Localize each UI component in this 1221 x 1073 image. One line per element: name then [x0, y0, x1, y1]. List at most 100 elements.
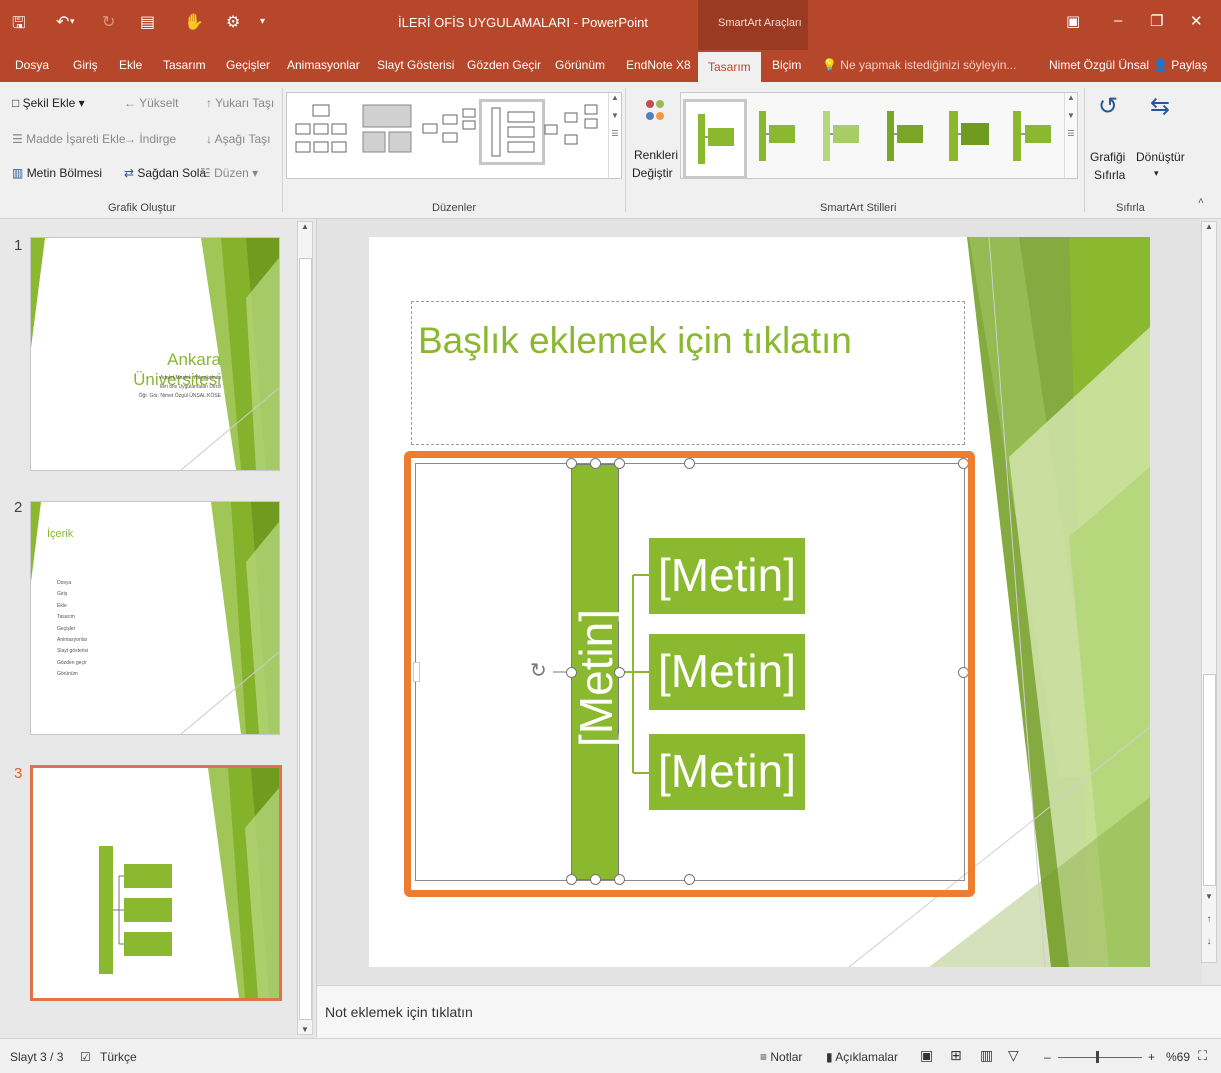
save-icon[interactable]: 🖫	[12, 12, 26, 39]
slide-thumbnail-3-selected[interactable]	[30, 765, 282, 1001]
notes-pane[interactable]: Not eklemek için tıklatın	[317, 985, 1221, 1038]
layout-horizontal-hierarchy[interactable]	[419, 99, 479, 159]
tab-gozden-gecir[interactable]: Gözden Geçir	[467, 58, 541, 72]
ribbon-display-icon[interactable]: ▣	[1066, 12, 1080, 30]
layout-vertical-bracket-selected[interactable]	[479, 99, 545, 165]
zoom-out-icon[interactable]: –	[1044, 1050, 1051, 1064]
reset-graphic-button[interactable]: ↺ Grafiği Sıfırla	[1088, 92, 1132, 192]
zoom-in-icon[interactable]: +	[1148, 1050, 1155, 1064]
spellcheck-icon[interactable]: ☑	[80, 1050, 91, 1064]
add-shape-button[interactable]: □ Şekil Ekle ▾	[12, 96, 85, 110]
rotate-handle-icon[interactable]: ↻	[530, 658, 547, 683]
touch-mode-icon[interactable]: ✋	[184, 12, 204, 32]
scroll-thumb[interactable]	[1203, 674, 1216, 886]
zoom-slider[interactable]	[1058, 1057, 1142, 1058]
bullet-icon: ☰	[12, 132, 23, 146]
thumbnail-scrollbar[interactable]: ▲ ▼	[297, 221, 313, 1035]
styles-gallery: ▲ ▼ ☰	[680, 92, 1078, 179]
notes-toggle-button[interactable]: ≡ Notlar	[760, 1050, 802, 1064]
style-inset[interactable]	[1003, 99, 1061, 173]
style-polished[interactable]	[939, 99, 997, 173]
change-colors-button[interactable]: Renkleri Değiştir	[632, 94, 678, 194]
resize-handle[interactable]	[590, 874, 601, 885]
tab-tasarim[interactable]: Tasarım	[163, 58, 206, 72]
current-slide[interactable]: Başlık eklemek için tıklatın [Metin] [Me…	[369, 237, 1150, 967]
tab-slayt-gosterisi[interactable]: Slayt Gösterisi	[377, 58, 454, 72]
text-pane-button[interactable]: ▥ Metin Bölmesi	[12, 166, 102, 180]
restore-icon[interactable]: ❐	[1150, 12, 1163, 30]
tab-giris[interactable]: Giriş	[73, 58, 98, 72]
tab-animasyonlar[interactable]: Animasyonlar	[287, 58, 360, 72]
layout-hierarchy[interactable]	[357, 99, 417, 159]
user-name[interactable]: Nimet Özgül Ünsal	[1049, 58, 1149, 72]
resize-handle[interactable]	[614, 458, 625, 469]
layouts-gallery-scroll[interactable]: ▲ ▼ ☰	[608, 93, 621, 178]
tab-smartart-tasarim[interactable]: Tasarım	[698, 52, 761, 82]
slide-sorter-icon[interactable]: ⊞	[950, 1047, 962, 1064]
undo-icon[interactable]: ↶	[56, 12, 69, 32]
smartart-frame[interactable]: [Metin] [Metin] [Metin] [Metin] ↻	[413, 458, 969, 885]
collapse-ribbon-icon[interactable]: ˄	[1198, 196, 1204, 207]
resize-handle[interactable]	[566, 874, 577, 885]
layout-org-chart[interactable]	[291, 99, 351, 159]
undo-dropdown-icon[interactable]: ▾	[70, 16, 75, 27]
resize-handle[interactable]	[614, 667, 625, 678]
scroll-down-icon[interactable]: ▼	[1202, 892, 1216, 901]
right-to-left-button[interactable]: ⇄ Sağdan Sola	[124, 166, 206, 180]
title-placeholder[interactable]: Başlık eklemek için tıklatın	[411, 301, 965, 445]
resize-handle[interactable]	[590, 458, 601, 469]
scroll-up-icon[interactable]: ▲	[1202, 222, 1216, 231]
next-slide-icon[interactable]: ↓	[1202, 936, 1216, 947]
tab-gorunum[interactable]: Görünüm	[555, 58, 605, 72]
smartart-item-2[interactable]: [Metin]	[649, 634, 805, 710]
style-flat-selected[interactable]	[683, 99, 747, 179]
language-indicator[interactable]: Türkçe	[100, 1050, 137, 1064]
customize-icon[interactable]: ⚙	[226, 12, 240, 32]
styles-gallery-scroll[interactable]: ▲ ▼ ☰	[1064, 93, 1077, 178]
scroll-thumb[interactable]	[299, 258, 312, 1020]
smartart-item-1[interactable]: [Metin]	[649, 538, 805, 614]
slide-scrollbar[interactable]: ▲ ▼ ↑ ↓	[1201, 221, 1217, 963]
share-button[interactable]: 👤 Paylaş	[1153, 58, 1207, 72]
scroll-down-icon[interactable]: ▼	[298, 1025, 312, 1034]
slideshow-icon[interactable]: ▽	[1008, 1047, 1019, 1064]
style-intense[interactable]	[875, 99, 933, 173]
resize-handle[interactable]	[958, 667, 969, 678]
resize-handle[interactable]	[566, 458, 577, 469]
close-icon[interactable]: ✕	[1190, 12, 1203, 30]
tell-me-search[interactable]: 💡 Ne yapmak istediğinizi söyleyin...	[822, 58, 1016, 72]
share-label: Paylaş	[1171, 58, 1208, 72]
slide-thumbnail-2[interactable]: İçerik Dosya Giriş Ekle Tasarım Geçişler…	[30, 501, 280, 735]
reading-view-icon[interactable]: ▥	[980, 1047, 993, 1064]
slide-thumbnail-1[interactable]: Ankara Üniversitesi Adalet Meslek Yüksek…	[30, 237, 280, 471]
resize-handle[interactable]	[958, 458, 969, 469]
previous-slide-icon[interactable]: ↑	[1202, 914, 1216, 925]
tab-dosya[interactable]: Dosya	[15, 58, 49, 72]
smartart-item-3[interactable]: [Metin]	[649, 734, 805, 810]
scroll-up-icon[interactable]: ▲	[298, 222, 312, 231]
comments-toggle-button[interactable]: ▮ Açıklamalar	[826, 1050, 898, 1064]
presentation-icon[interactable]: ▤	[140, 12, 155, 32]
tab-ekle[interactable]: Ekle	[119, 58, 142, 72]
style-subtle[interactable]	[747, 99, 805, 173]
style-moderate[interactable]	[811, 99, 869, 173]
resize-handle[interactable]	[566, 667, 577, 678]
minimize-icon[interactable]: –	[1114, 12, 1122, 29]
resize-handle[interactable]	[684, 458, 695, 469]
zoom-level[interactable]: %69	[1166, 1050, 1190, 1064]
text-pane-toggle[interactable]	[413, 662, 420, 682]
list-item: Giriş	[57, 591, 68, 598]
qat-dropdown-icon[interactable]: ▾	[260, 16, 265, 27]
normal-view-icon[interactable]: ▣	[920, 1047, 933, 1064]
zoom-slider-thumb[interactable]	[1096, 1051, 1099, 1063]
smartart-vertical-shape[interactable]: [Metin]	[570, 464, 622, 880]
convert-button[interactable]: ⇆ Dönüştür ▾	[1136, 92, 1186, 192]
resize-handle[interactable]	[614, 874, 625, 885]
tab-endnote[interactable]: EndNote X8	[626, 58, 691, 72]
notes-toggle-label: Notlar	[770, 1050, 803, 1064]
layout-horizontal-tree[interactable]	[543, 99, 603, 159]
tab-bicim[interactable]: Biçim	[772, 58, 801, 72]
resize-handle[interactable]	[684, 874, 695, 885]
fit-slide-icon[interactable]: ⛶	[1198, 1048, 1207, 1064]
tab-gecisler[interactable]: Geçişler	[226, 58, 270, 72]
